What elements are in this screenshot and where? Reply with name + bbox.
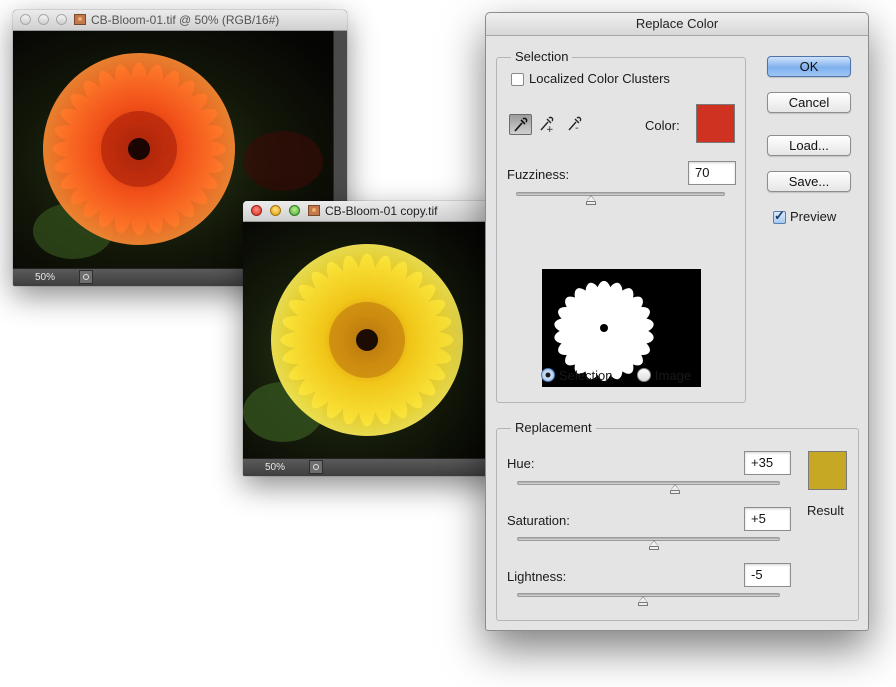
hue-slider-thumb[interactable] <box>669 484 680 491</box>
lightness-slider-thumb[interactable] <box>638 596 649 603</box>
cancel-button[interactable]: Cancel <box>767 92 851 113</box>
close-button[interactable] <box>251 205 262 216</box>
lightness-field[interactable]: -5 <box>744 563 791 587</box>
document-icon <box>308 205 320 216</box>
hue-slider-thumb-base <box>669 491 680 494</box>
minimize-button[interactable] <box>270 205 281 216</box>
load-button[interactable]: Load... <box>767 135 851 156</box>
document-window-copy: CB-Bloom-01 copy.tif 50% <box>243 201 503 476</box>
status-menu-icon[interactable] <box>309 460 323 474</box>
yellow-flower-photo <box>243 222 503 459</box>
saturation-slider-thumb-base <box>648 547 659 550</box>
image-canvas[interactable] <box>243 222 503 459</box>
eyedropper-subtract-icon[interactable]: - <box>565 114 588 135</box>
image-radio-label[interactable]: Image <box>655 368 691 383</box>
saturation-slider-thumb[interactable] <box>648 540 659 547</box>
zoom-level[interactable]: 50% <box>265 459 285 476</box>
selection-group: Selection Localized Color Clusters + - C… <box>496 49 746 403</box>
selection-radio[interactable] <box>541 368 555 382</box>
ok-button[interactable]: OK <box>767 56 851 77</box>
close-button[interactable] <box>20 14 31 25</box>
preview-checkbox[interactable] <box>773 208 786 224</box>
replace-color-dialog: Replace Color Selection Localized Color … <box>485 12 869 631</box>
localized-color-clusters-label[interactable]: Localized Color Clusters <box>529 71 670 86</box>
selection-radio-label[interactable]: Selection <box>559 368 612 383</box>
window-titlebar[interactable]: CB-Bloom-01 copy.tif <box>243 201 503 222</box>
hue-slider-track <box>517 481 780 485</box>
lightness-label: Lightness: <box>507 569 567 584</box>
selection-group-label: Selection <box>511 49 573 64</box>
selection-color-swatch[interactable] <box>696 104 735 143</box>
status-bar: 50% <box>243 458 503 476</box>
replacement-group: Replacement Hue: +35 Saturation: +5 Ligh… <box>496 420 859 621</box>
lightness-slider-track <box>517 593 780 597</box>
zoom-button[interactable] <box>289 205 300 216</box>
replacement-group-label: Replacement <box>511 420 596 435</box>
preview-label[interactable]: Preview <box>790 209 836 224</box>
window-title: CB-Bloom-01.tif @ 50% (RGB/16#) <box>91 13 280 27</box>
window-title: CB-Bloom-01 copy.tif <box>325 204 438 218</box>
zoom-button[interactable] <box>56 14 67 25</box>
svg-text:-: - <box>575 123 579 133</box>
fuzziness-slider-track <box>516 192 725 196</box>
result-color-swatch[interactable] <box>808 451 847 490</box>
eyedropper-icon[interactable] <box>509 114 532 135</box>
minimize-button[interactable] <box>38 14 49 25</box>
lightness-slider-thumb-base <box>638 603 649 606</box>
zoom-level[interactable]: 50% <box>35 269 55 286</box>
window-titlebar[interactable]: CB-Bloom-01.tif @ 50% (RGB/16#) <box>13 10 347 31</box>
fuzziness-slider[interactable] <box>516 190 725 208</box>
fuzziness-label: Fuzziness: <box>507 167 570 182</box>
localized-color-clusters-checkbox[interactable] <box>511 73 524 86</box>
hue-slider[interactable] <box>517 479 780 497</box>
status-menu-icon[interactable] <box>79 270 93 284</box>
fuzziness-slider-thumb-base <box>586 202 597 205</box>
fuzziness-slider-thumb[interactable] <box>586 195 597 202</box>
dialog-title: Replace Color <box>486 13 868 36</box>
hue-field[interactable]: +35 <box>744 451 791 475</box>
result-label: Result <box>807 503 844 518</box>
eyedropper-add-icon[interactable]: + <box>537 114 560 135</box>
save-button[interactable]: Save... <box>767 171 851 192</box>
hue-label: Hue: <box>507 456 535 471</box>
color-label: Color: <box>645 118 680 133</box>
fuzziness-field[interactable]: 70 <box>688 161 736 185</box>
saturation-label: Saturation: <box>507 513 570 528</box>
saturation-field[interactable]: +5 <box>744 507 791 531</box>
image-radio[interactable] <box>637 368 651 382</box>
svg-text:+: + <box>546 125 554 133</box>
lightness-slider[interactable] <box>517 591 780 609</box>
saturation-slider[interactable] <box>517 535 780 553</box>
document-icon <box>74 14 86 25</box>
